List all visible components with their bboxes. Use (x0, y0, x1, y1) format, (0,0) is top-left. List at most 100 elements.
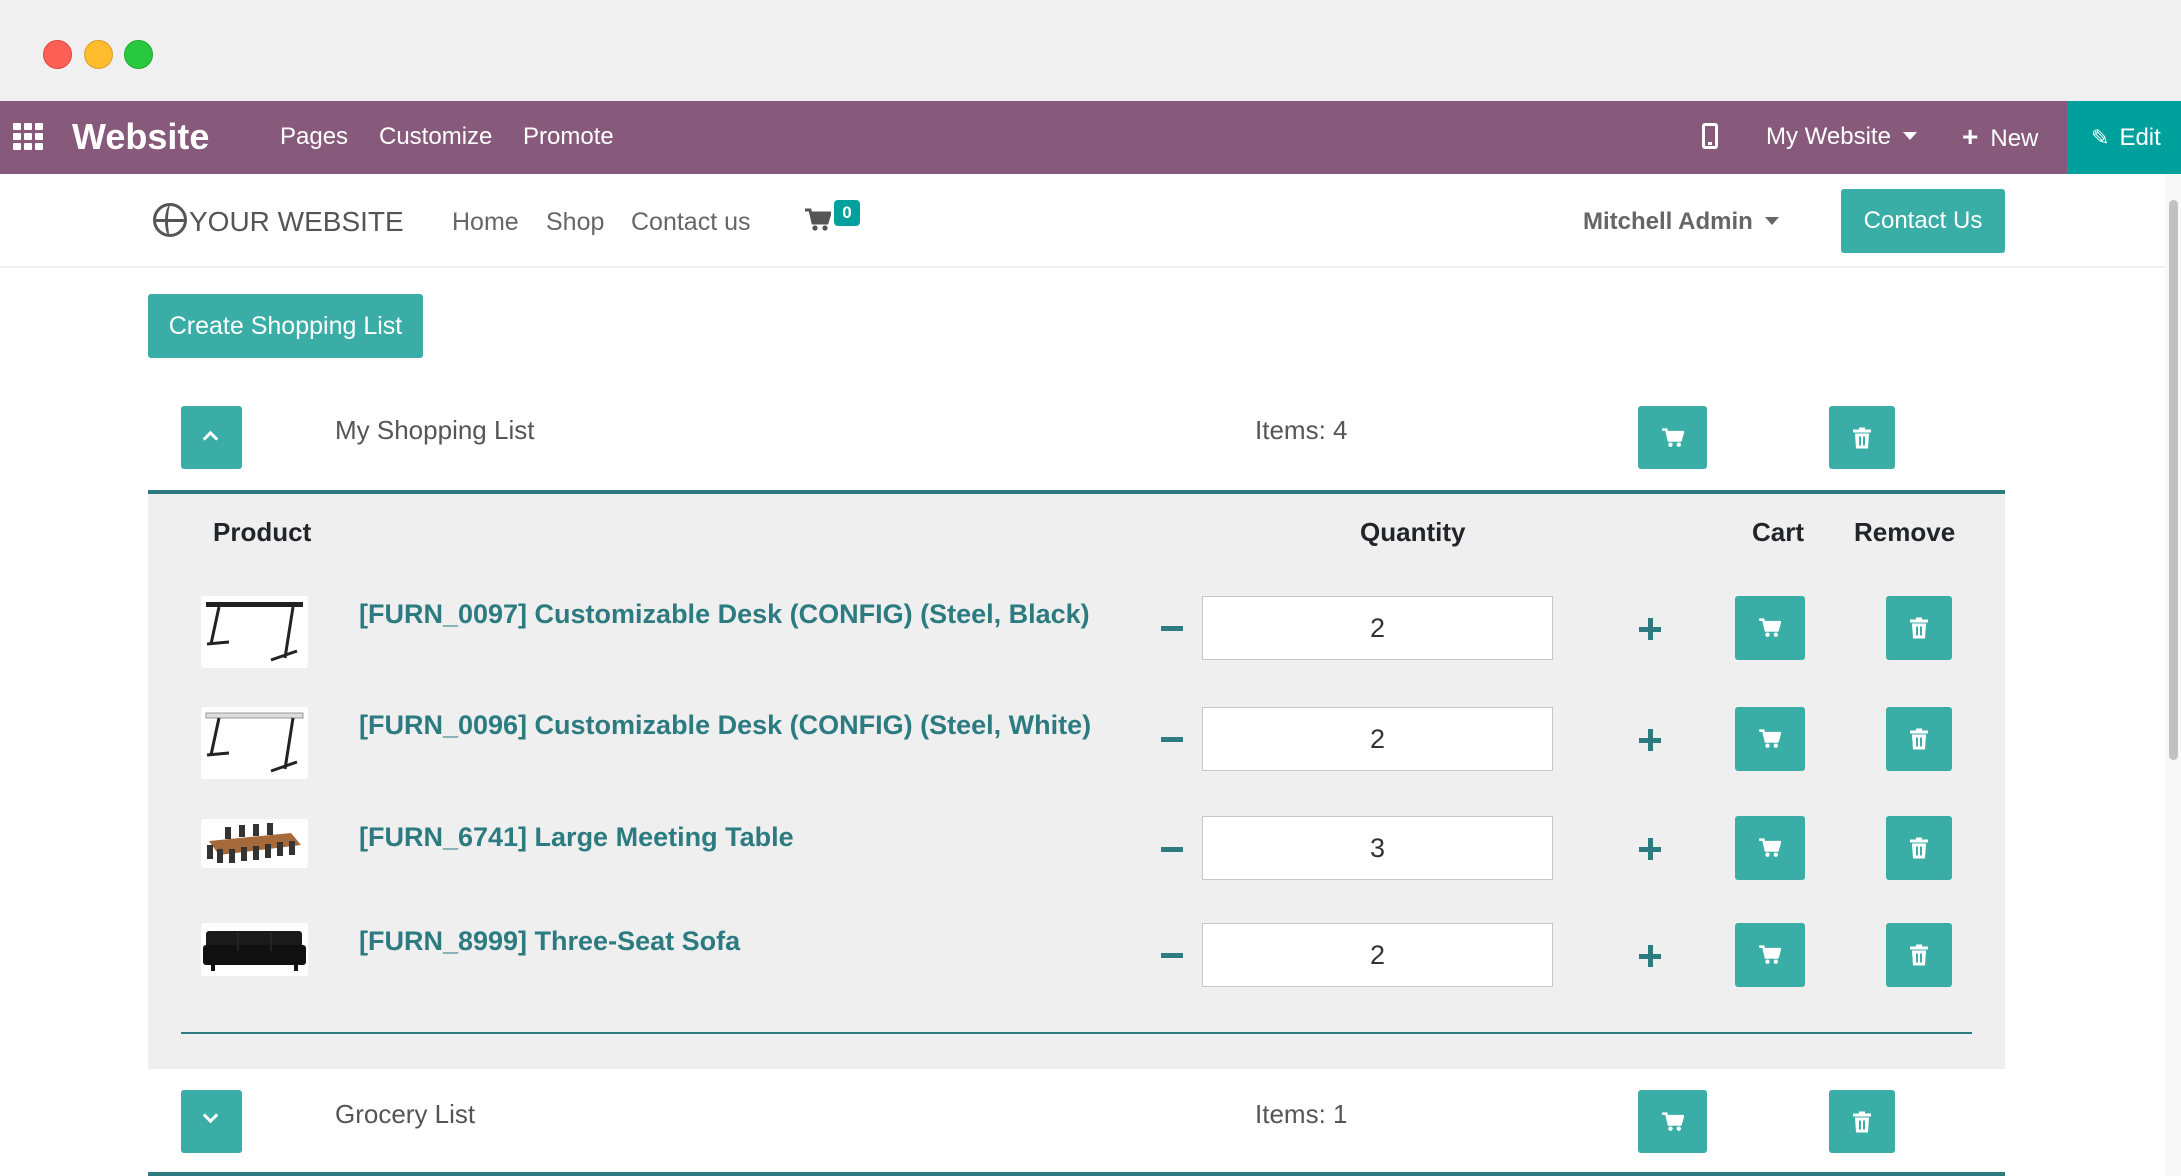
pencil-icon: ✎ (2091, 125, 2110, 150)
product-name-link[interactable]: [FURN_6741] Large Meeting Table (359, 819, 794, 855)
product-name-link[interactable]: [FURN_0096] Customizable Desk (CONFIG) (… (359, 707, 1091, 743)
add-to-cart-button[interactable] (1735, 816, 1805, 880)
product-row: [FURN_0097] Customizable Desk (CONFIG) (… (148, 596, 2005, 676)
list-name: My Shopping List (335, 415, 535, 445)
chevron-down-icon (202, 1107, 219, 1124)
cart-icon (1759, 729, 1781, 748)
collapse-list-button[interactable] (181, 406, 242, 469)
increase-quantity-button[interactable] (1639, 838, 1661, 860)
remove-item-button[interactable] (1886, 707, 1952, 771)
menu-promote[interactable]: Promote (523, 121, 614, 153)
quantity-input[interactable]: 3 (1202, 816, 1553, 880)
apps-grid-icon[interactable] (13, 123, 45, 151)
cart-count-badge: 0 (834, 200, 860, 226)
cart-icon (1661, 1111, 1684, 1131)
cart-icon (1759, 618, 1781, 637)
website-selector[interactable]: My Website (1766, 121, 1917, 153)
remove-item-button[interactable] (1886, 923, 1952, 987)
product-name-link[interactable]: [FURN_0097] Customizable Desk (CONFIG) (… (359, 596, 1090, 632)
user-name: Mitchell Admin (1583, 208, 1753, 235)
product-thumbnail-meeting-table[interactable] (201, 819, 308, 868)
column-header-remove: Remove (1854, 517, 1956, 547)
column-header-quantity: Quantity (1360, 517, 1466, 547)
new-button[interactable]: + New (1962, 121, 2038, 155)
shopping-list-header: My Shopping List Items: 4 (148, 394, 2005, 484)
nav-shop[interactable]: Shop (546, 206, 604, 238)
quantity-input[interactable]: 2 (1202, 923, 1553, 987)
user-menu[interactable]: Mitchell Admin (1583, 206, 1779, 238)
app-name[interactable]: Website (72, 115, 209, 159)
edit-button-label: Edit (2119, 124, 2161, 151)
product-thumbnail-black-desk[interactable] (201, 596, 308, 668)
trash-icon (1910, 837, 1928, 859)
decrease-quantity-button[interactable] (1161, 847, 1183, 852)
list-items-count: Items: 4 (1255, 415, 1348, 445)
cart-icon[interactable] (805, 208, 831, 232)
remove-item-button[interactable] (1886, 816, 1952, 880)
logo-text: YOUR WEBSITE (189, 206, 404, 237)
delete-list-button[interactable] (1829, 1090, 1895, 1153)
nav-contact-us[interactable]: Contact us (631, 206, 751, 238)
cart-icon (1661, 427, 1684, 447)
product-row: [FURN_6741] Large Meeting Table 3 (148, 816, 2005, 899)
admin-bar: Website Pages Customize Promote My Websi… (0, 101, 2181, 174)
minimize-window-button[interactable] (84, 40, 113, 69)
trash-icon (1853, 1111, 1871, 1132)
column-header-cart: Cart (1752, 517, 1805, 547)
decrease-quantity-button[interactable] (1161, 626, 1183, 631)
contact-us-button[interactable]: Contact Us (1841, 189, 2005, 253)
nav-home[interactable]: Home (452, 206, 519, 238)
quantity-input[interactable]: 2 (1202, 707, 1553, 771)
menu-pages[interactable]: Pages (280, 121, 348, 153)
expand-list-button[interactable] (181, 1090, 242, 1153)
remove-item-button[interactable] (1886, 596, 1952, 660)
list-name: Grocery List (335, 1099, 476, 1129)
product-row: [FURN_8999] Three-Seat Sofa 2 (148, 923, 2005, 1003)
page-scrollbar-thumb[interactable] (2169, 200, 2178, 760)
site-navbar: YOUR WEBSITE Home Shop Contact us 0 Mitc… (0, 174, 2181, 268)
cart-icon (1759, 945, 1781, 964)
add-list-to-cart-button[interactable] (1638, 406, 1707, 469)
trash-icon (1910, 728, 1928, 750)
close-window-button[interactable] (43, 40, 72, 69)
product-row: [FURN_0096] Customizable Desk (CONFIG) (… (148, 707, 2005, 787)
quantity-input[interactable]: 2 (1202, 596, 1553, 660)
trash-icon (1853, 427, 1871, 448)
window-titlebar (0, 0, 2181, 101)
plus-icon: + (1962, 121, 1979, 152)
maximize-window-button[interactable] (124, 40, 153, 69)
delete-list-button[interactable] (1829, 406, 1895, 469)
menu-customize[interactable]: Customize (379, 121, 492, 153)
trash-icon (1910, 944, 1928, 966)
mobile-preview-icon[interactable] (1702, 123, 1718, 149)
column-header-product: Product (213, 517, 312, 547)
increase-quantity-button[interactable] (1639, 729, 1661, 751)
add-to-cart-button[interactable] (1735, 596, 1805, 660)
list-items-count: Items: 1 (1255, 1099, 1348, 1129)
globe-icon (153, 203, 187, 237)
shopping-list-header: Grocery List Items: 1 (148, 1078, 2005, 1168)
shopping-list-body: Product Quantity Cart Remove [FURN_0097]… (148, 494, 2005, 1069)
caret-down-icon (1902, 132, 1917, 141)
caret-down-icon (1764, 217, 1779, 226)
product-thumbnail-white-desk[interactable] (201, 707, 308, 779)
list-divider (148, 1172, 2005, 1176)
create-shopping-list-button[interactable]: Create Shopping List (148, 294, 423, 358)
list-body-divider (181, 1032, 1972, 1034)
site-logo[interactable]: YOUR WEBSITE (153, 202, 404, 242)
chevron-up-icon (202, 430, 219, 447)
website-selector-label: My Website (1766, 123, 1891, 150)
cart-icon (1759, 838, 1781, 857)
product-thumbnail-sofa[interactable] (201, 923, 308, 976)
new-button-label: New (1990, 125, 2039, 152)
product-name-link[interactable]: [FURN_8999] Three-Seat Sofa (359, 923, 740, 959)
trash-icon (1910, 617, 1928, 639)
add-to-cart-button[interactable] (1735, 707, 1805, 771)
decrease-quantity-button[interactable] (1161, 737, 1183, 742)
decrease-quantity-button[interactable] (1161, 953, 1183, 958)
increase-quantity-button[interactable] (1639, 618, 1661, 640)
increase-quantity-button[interactable] (1639, 945, 1661, 967)
edit-button[interactable]: ✎ Edit (2067, 101, 2181, 174)
add-list-to-cart-button[interactable] (1638, 1090, 1707, 1153)
add-to-cart-button[interactable] (1735, 923, 1805, 987)
